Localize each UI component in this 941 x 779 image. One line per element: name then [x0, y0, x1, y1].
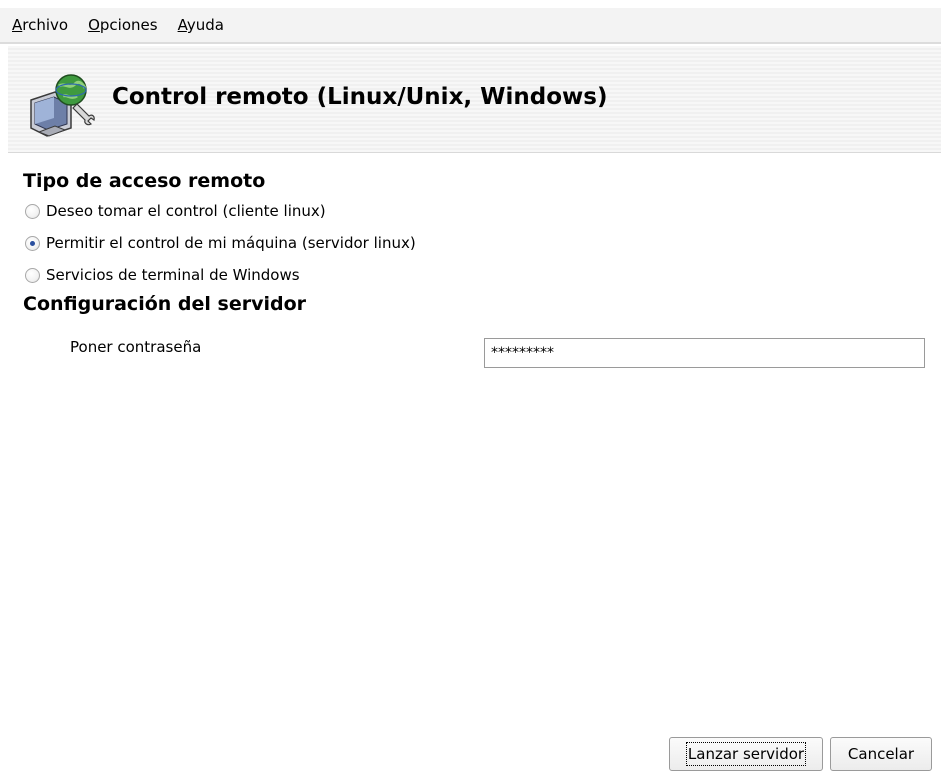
- menu-archivo-mnemonic: A: [12, 16, 23, 34]
- radio-option-windows[interactable]: Servicios de terminal de Windows: [25, 264, 300, 286]
- radio-button-windows[interactable]: [25, 267, 40, 283]
- radio-option-client[interactable]: Deseo tomar el control (cliente linux): [25, 200, 326, 222]
- menu-archivo[interactable]: Archivo: [4, 16, 76, 34]
- section-title-server: Configuración del servidor: [23, 293, 306, 315]
- menu-ayuda-mnemonic: A: [177, 16, 187, 34]
- app-window: Archivo Opciones Ayuda Control remoto (L…: [0, 0, 941, 779]
- radio-option-server[interactable]: Permitir el control de mi máquina (servi…: [25, 232, 416, 254]
- radio-label-windows: Servicios de terminal de Windows: [46, 266, 300, 284]
- password-label: Poner contraseña: [70, 338, 202, 356]
- radio-button-server[interactable]: [25, 235, 40, 251]
- password-field[interactable]: [484, 338, 925, 368]
- launch-server-label: Lanzar servidor: [685, 742, 807, 766]
- radio-button-client[interactable]: [25, 203, 40, 219]
- radio-label-client: Deseo tomar el control (cliente linux): [46, 202, 326, 220]
- cancel-button[interactable]: Cancelar: [830, 737, 932, 771]
- menu-opciones-label: pciones: [99, 16, 158, 34]
- radio-label-server: Permitir el control de mi máquina (servi…: [46, 234, 416, 252]
- menu-archivo-label: rchivo: [22, 16, 69, 34]
- menu-ayuda-label: yuda: [186, 16, 224, 34]
- remote-control-computer-icon: [30, 74, 95, 137]
- header-banner: Control remoto (Linux/Unix, Windows): [8, 46, 941, 153]
- section-title-access: Tipo de acceso remoto: [23, 170, 266, 192]
- menubar: Archivo Opciones Ayuda: [0, 8, 941, 44]
- menu-opciones-mnemonic: O: [88, 16, 100, 34]
- menu-opciones[interactable]: Opciones: [80, 16, 165, 34]
- launch-server-button[interactable]: Lanzar servidor: [669, 737, 823, 771]
- menu-ayuda[interactable]: Ayuda: [170, 16, 232, 34]
- page-title: Control remoto (Linux/Unix, Windows): [112, 84, 608, 110]
